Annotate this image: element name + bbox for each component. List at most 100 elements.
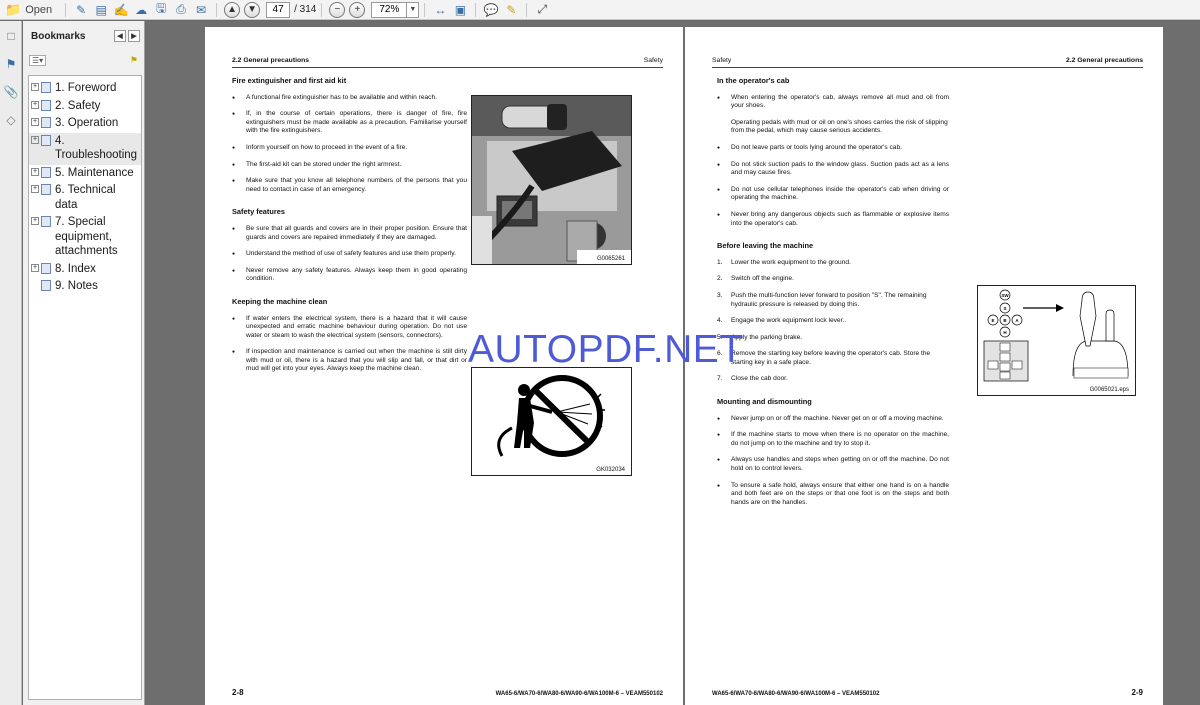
bullet-item: Do not stick suction pads to the window … <box>717 161 949 178</box>
bullet-item: If water enters the electrical system, t… <box>232 315 467 341</box>
options-menu-icon[interactable]: ☰▾ <box>29 54 47 66</box>
bookmark-label[interactable]: 9. Notes <box>55 279 98 294</box>
bullet-item: The first-aid kit can be stored under th… <box>232 161 467 170</box>
page-footer: 2-8 WA65-6/WA70-6/WA80-6/WA90-6/WA100M-6… <box>232 688 663 697</box>
comment-icon[interactable]: 💬 <box>481 1 501 19</box>
bookmark-icon <box>41 166 51 178</box>
next-page-icon[interactable]: ▼ <box>244 1 261 18</box>
page-body: In the operator's cab When entering the … <box>717 76 949 515</box>
bookmark-item[interactable]: +3. Operation <box>29 115 141 133</box>
bullet-item: If the machine starts to move when there… <box>717 431 949 448</box>
header-chapter: Safety <box>643 57 663 64</box>
numbered-step: 3. Push the multi-function lever forward … <box>717 291 927 308</box>
zoom-input[interactable] <box>372 2 407 17</box>
lever-position-e: E <box>991 318 994 323</box>
section-heading: Safety features <box>232 207 285 217</box>
close-panel-icon[interactable]: ▶ <box>128 30 140 42</box>
lever-position-sw: SW <box>1001 293 1009 298</box>
sign-icon[interactable]: ✍ <box>111 1 131 19</box>
no-expand-spacer <box>31 281 39 289</box>
open-button[interactable]: 📁 Open <box>3 1 60 19</box>
bookmark-label[interactable]: 6. Technical data <box>55 183 141 212</box>
bullet-note: Operating pedals with mud or oil on one'… <box>731 118 948 135</box>
bullet-item: Never jump on or off the machine. Never … <box>717 415 949 424</box>
bookmark-label[interactable]: 5. Maintenance <box>55 166 134 181</box>
section-heading: Fire extinguisher and first aid kit <box>232 76 347 85</box>
expand-icon[interactable]: + <box>31 185 39 193</box>
collapse-panel-icon[interactable]: ◀ <box>114 30 126 42</box>
navigation-pane-strip: □ ⚑ 📎 ◇ <box>0 21 22 705</box>
bookmark-label[interactable]: 1. Foreword <box>55 81 116 96</box>
zoom-in-icon[interactable]: + <box>349 1 366 18</box>
bookmark-icon <box>41 216 51 227</box>
page-number: 2-8 <box>232 688 244 697</box>
email-icon[interactable]: ✉ <box>191 1 211 19</box>
highlight-icon[interactable]: ✎ <box>501 1 521 19</box>
bookmark-icon <box>41 134 51 146</box>
bookmarks-icon[interactable]: ⚑ <box>2 55 20 73</box>
bookmark-icon <box>41 262 51 274</box>
bookmarks-title: Bookmarks <box>31 30 86 42</box>
zoom-select[interactable]: ▼ <box>371 1 420 18</box>
expand-icon[interactable]: + <box>31 217 39 225</box>
bullet-item: Do not use cellular telephones inside th… <box>717 186 949 203</box>
save-icon[interactable]: 🖫 <box>151 1 171 19</box>
expand-icon[interactable]: + <box>31 263 39 272</box>
cloud-upload-icon[interactable]: ☁ <box>131 1 151 19</box>
create-pdf-icon[interactable]: ✎ <box>71 1 91 19</box>
bookmark-item[interactable]: +1. Foreword <box>29 80 141 98</box>
fit-width-icon[interactable]: ↔ <box>430 1 450 19</box>
chevron-down-icon[interactable]: ▼ <box>406 2 418 17</box>
expand-icon[interactable]: + <box>31 83 39 91</box>
section-heading: In the operator's cab <box>717 76 790 85</box>
zoom-out-icon[interactable]: − <box>329 1 346 18</box>
bookmarks-header: Bookmarks ◀ ▶ <box>23 21 144 51</box>
page-footer: WA65-6/WA70-6/WA80-6/WA90-6/WA100M-6 – V… <box>712 688 1143 697</box>
bullet-item: Be sure that all guards and covers are i… <box>232 225 467 242</box>
bookmark-item[interactable]: 9. Notes <box>29 278 141 296</box>
bookmark-item[interactable]: +2. Safety <box>29 98 141 116</box>
fit-page-icon[interactable]: ▣ <box>450 1 470 19</box>
new-bookmark-icon[interactable]: ⚑ <box>130 55 138 66</box>
bookmark-label[interactable]: 3. Operation <box>55 116 118 131</box>
print-icon[interactable]: ⎙ <box>171 1 191 19</box>
page-total: / 314 <box>294 4 317 15</box>
bullet-item: Make sure that you know all telephone nu… <box>232 177 467 194</box>
footer-model: WA65-6/WA70-6/WA80-6/WA90-6/WA100M-6 – V… <box>495 691 663 697</box>
expand-icon[interactable]: + <box>31 167 39 176</box>
bookmark-item[interactable]: +8. Index <box>29 261 141 279</box>
attachments-icon[interactable]: 📎 <box>2 83 20 101</box>
previous-page-icon[interactable]: ▲ <box>224 1 241 18</box>
bookmark-icon <box>41 82 51 93</box>
bookmark-icon <box>41 117 51 128</box>
numbered-step: 7. Close the cab door. <box>717 375 788 383</box>
footer-model: WA65-6/WA70-6/WA80-6/WA90-6/WA100M-6 – V… <box>712 691 880 697</box>
header-section: 2.2 General precautions <box>1065 57 1143 64</box>
layers-icon[interactable]: ◇ <box>2 111 20 129</box>
bullet-item: To ensure a safe hold, always ensure tha… <box>717 482 949 508</box>
expand-icon[interactable]: + <box>31 135 39 144</box>
toolbar-separator <box>216 2 218 17</box>
numbered-step: 5. Apply the parking brake. <box>717 333 803 341</box>
fullscreen-icon[interactable]: ⤢ <box>532 1 552 19</box>
lever-position-s: S <box>1003 306 1006 311</box>
bookmark-label[interactable]: 4. Troubleshooting <box>55 134 141 163</box>
lever-diagram-figure: SW S E B A H G0065021.eps <box>977 285 1136 396</box>
bookmark-label[interactable]: 8. Index <box>55 262 96 277</box>
edit-pdf-icon[interactable]: ▤ <box>91 1 111 19</box>
expand-icon[interactable]: + <box>31 118 39 126</box>
toolbar-separator <box>475 2 477 17</box>
toolbar: 📁 Open ✎ ▤ ✍ ☁ 🖫 ⎙ ✉ ▲ ▼ / 314 − + ▼ ↔ ▣… <box>0 0 1200 20</box>
bookmark-item-selected[interactable]: +4. Troubleshooting <box>29 132 141 165</box>
page-number-input[interactable] <box>266 1 291 18</box>
bookmark-label[interactable]: 7. Special equipment, attachments <box>55 215 141 259</box>
pages-icon[interactable]: □ <box>2 27 20 45</box>
bullet-item: Never remove any safety features. Always… <box>232 267 467 284</box>
bookmark-item[interactable]: +5. Maintenance <box>29 165 141 183</box>
expand-icon[interactable]: + <box>31 100 39 109</box>
figure-label: GK032034 <box>596 467 625 473</box>
bookmark-item[interactable]: +6. Technical data <box>29 182 141 214</box>
bookmark-label[interactable]: 2. Safety <box>55 99 100 114</box>
header-chapter: Safety <box>712 57 732 64</box>
bookmark-item[interactable]: +7. Special equipment, attachments <box>29 214 141 261</box>
